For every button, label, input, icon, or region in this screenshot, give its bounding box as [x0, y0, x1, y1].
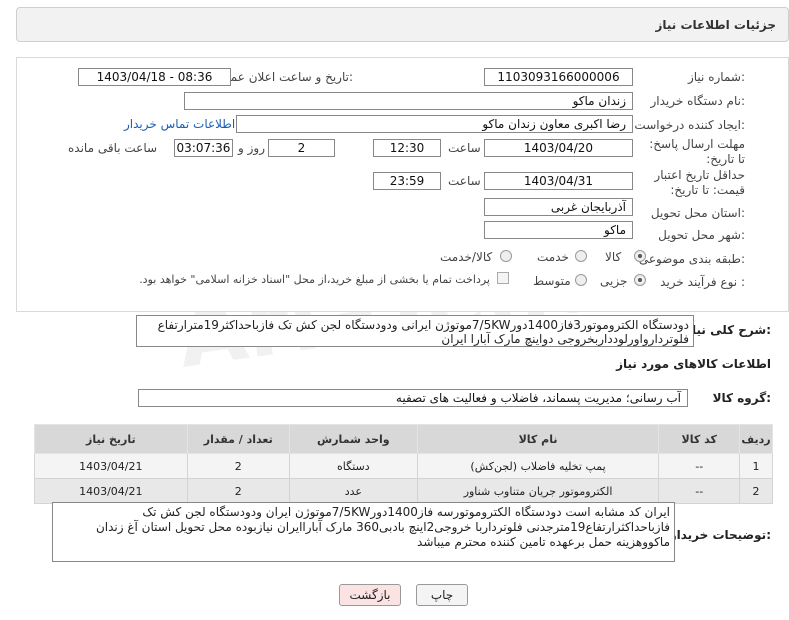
remaining-time-field: 03:07:36: [174, 139, 233, 157]
province-label: استان محل تحویل:: [650, 206, 745, 220]
goods-unit: عدد: [288, 478, 418, 504]
col-date-header: تاریخ نیاز: [34, 424, 188, 454]
col-name-header: نام کالا: [416, 424, 660, 454]
category-radio-service[interactable]: [575, 250, 587, 262]
deadline-time-field: 12:30: [373, 139, 441, 157]
category-radio-goods-service[interactable]: [500, 250, 512, 262]
deadline-date-field: 1403/04/20: [484, 139, 633, 157]
goods-info-title: اطلاعات کالاهای مورد نیاز: [616, 357, 771, 371]
validity-time-label: ساعت: [448, 174, 481, 188]
goods-date: 1403/04/21: [34, 453, 188, 479]
need-number-label: شماره نیاز:: [687, 70, 745, 84]
buyer-notes-label: توضیحات خریدار:: [669, 528, 771, 542]
purchase-option-medium: متوسط: [533, 274, 571, 288]
back-button[interactable]: بازگشت: [339, 584, 401, 606]
need-number-field: 1103093166000006: [484, 68, 633, 86]
summary-text: دودستگاه الکتروموتور3فاز1400دور7/5KWموتو…: [136, 315, 694, 347]
goods-group-field: آب رسانی؛ مدیریت پسماند، فاضلاب و فعالیت…: [138, 389, 688, 407]
page-header: جزئیات اطلاعات نیاز: [16, 7, 789, 42]
table-row[interactable]: 2 -- الکتروموتور جریان متناوب شناور عدد …: [34, 478, 773, 504]
col-code-header: کد کالا: [658, 424, 741, 454]
buyer-org-field: زندان ماکو: [184, 92, 633, 110]
deadline-label: مهلت ارسال پاسخ: تا تاریخ:: [649, 137, 745, 166]
requester-field: رضا اکبری معاون زندان ماکو: [236, 115, 633, 133]
table-header-row: ردیف کد کالا نام کالا واحد شمارش تعداد /…: [34, 424, 773, 454]
treasury-checkbox[interactable]: [497, 272, 509, 284]
city-field: ماکو: [484, 221, 633, 239]
goods-date: 1403/04/21: [34, 478, 188, 504]
buyer-contact-link[interactable]: اطلاعات تماس خریدار: [124, 117, 235, 131]
announce-datetime-field: 1403/04/18 - 08:36: [78, 68, 231, 86]
validity-label: حداقل تاریخ اعتبار قیمت: تا تاریخ:: [654, 168, 745, 197]
category-label: طبقه بندی موضوعی:: [638, 252, 745, 266]
goods-qty: 2: [186, 478, 290, 504]
goods-group-label: گروه کالا:: [712, 391, 771, 405]
buyer-notes-text: ایران کد مشابه است دودستگاه الکتروموتورس…: [52, 502, 675, 562]
category-radio-goods[interactable]: [634, 250, 646, 262]
page-title: جزئیات اطلاعات نیاز: [655, 18, 776, 32]
goods-unit: دستگاه: [288, 453, 418, 479]
validity-date-field: 1403/04/31: [484, 172, 633, 190]
purchase-option-minor: جزیی: [600, 274, 628, 288]
goods-name: پمپ تخلیه فاضلاب (لجن‌کش): [416, 453, 660, 479]
treasury-note: پرداخت تمام یا بخشی از مبلغ خرید،از محل …: [139, 273, 490, 286]
deadline-time-label: ساعت: [448, 141, 481, 155]
goods-name: الکتروموتور جریان متناوب شناور: [416, 478, 660, 504]
summary-label: شرح کلی نیاز:: [685, 323, 771, 337]
category-option-service: خدمت: [537, 250, 569, 264]
goods-code: --: [658, 478, 741, 504]
category-option-goods: کالا: [605, 250, 622, 264]
col-unit-header: واحد شمارش: [288, 424, 418, 454]
category-option-goods-service: کالا/خدمت: [440, 250, 493, 264]
requester-label: ایجاد کننده درخواست:: [634, 118, 745, 132]
table-row[interactable]: 1 -- پمپ تخلیه فاضلاب (لجن‌کش) دستگاه 2 …: [34, 453, 773, 479]
deadline-days-label: روز و: [238, 141, 265, 155]
city-label: شهر محل تحویل:: [658, 228, 745, 242]
goods-code: --: [658, 453, 741, 479]
deadline-days-field: 2: [268, 139, 335, 157]
buyer-org-label: نام دستگاه خریدار:: [650, 94, 746, 108]
row-number: 1: [739, 453, 773, 479]
col-row-header: ردیف: [739, 424, 773, 454]
goods-table: ردیف کد کالا نام کالا واحد شمارش تعداد /…: [34, 424, 773, 504]
validity-time-field: 23:59: [373, 172, 441, 190]
province-field: آذربایجان غربی: [484, 198, 633, 216]
row-number: 2: [739, 478, 773, 504]
purchase-radio-medium[interactable]: [575, 274, 587, 286]
purchase-radio-minor[interactable]: [634, 274, 646, 286]
print-button[interactable]: چاپ: [416, 584, 468, 606]
goods-qty: 2: [186, 453, 290, 479]
purchase-type-label: نوع فرآیند خرید :: [660, 275, 745, 289]
col-qty-header: تعداد / مقدار: [186, 424, 290, 454]
remaining-time-label: ساعت باقی مانده: [68, 141, 158, 155]
